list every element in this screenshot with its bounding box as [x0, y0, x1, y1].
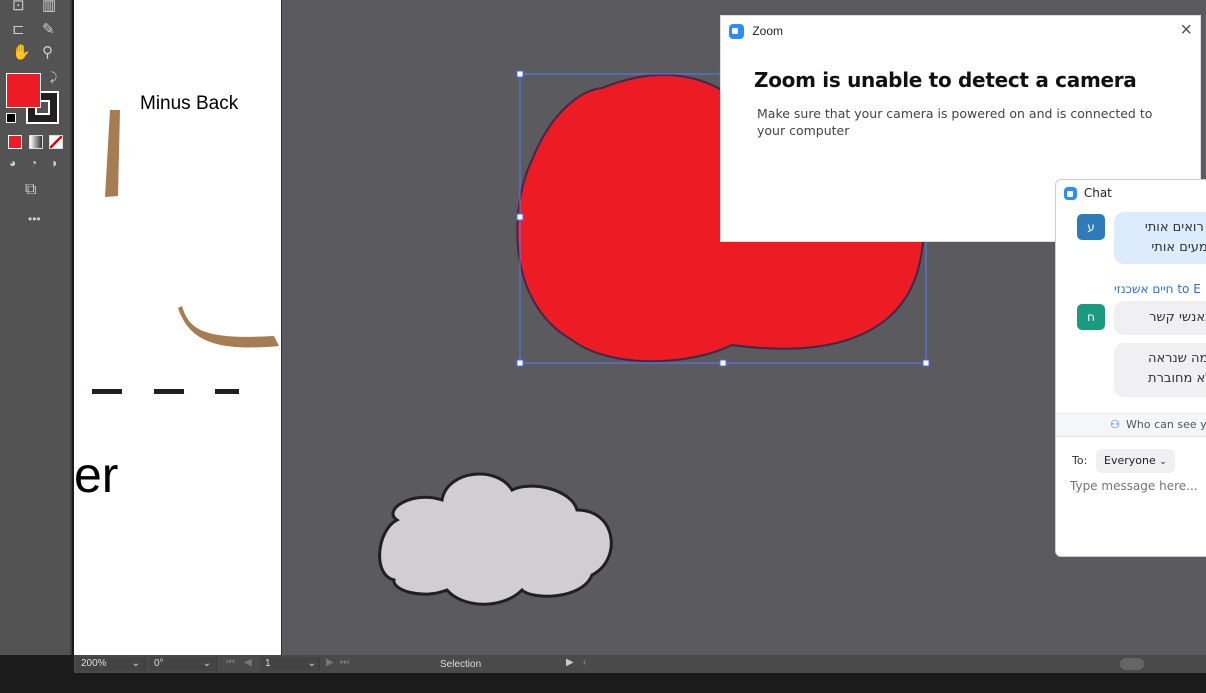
first-artboard-icon[interactable]: ⏮ — [226, 657, 235, 668]
dialog-message: Make sure that your camera is powered on… — [757, 106, 1153, 138]
current-tool-label: Selection — [440, 659, 482, 670]
status-bar: 200% ⌄ 0° ⌄ ⏮ ◀ 1 ⌄ ▶ ⏭ Selection ▶ ‹ — [74, 655, 1206, 673]
color-mode-icon[interactable] — [8, 135, 22, 149]
close-icon[interactable]: × — [1180, 19, 1192, 42]
chat-message: ל, מה שנראה ר לא מחוברת — [1114, 343, 1206, 397]
recipient-value: Everyone — [1104, 454, 1156, 467]
dialog-header: Zoom — [729, 24, 784, 40]
more-tools-icon[interactable]: ••• — [28, 212, 41, 226]
default-colors-icon[interactable] — [6, 113, 16, 123]
message-line: ושומעים אותי — [1151, 240, 1206, 255]
chevron-down-icon: ⌄ — [1159, 457, 1167, 467]
avatar: ח — [1077, 304, 1105, 330]
zoom-level-select[interactable]: 200% ⌄ — [76, 657, 146, 671]
status-menu-arrow-icon[interactable]: ▶ — [566, 657, 574, 668]
horizontal-scrollbar-thumb[interactable] — [1120, 658, 1144, 670]
last-artboard-icon[interactable]: ⏭ — [340, 657, 349, 668]
artboard-number-select[interactable]: 1 ⌄ — [260, 657, 320, 671]
who-can-see-text: Who can see yo — [1126, 418, 1206, 431]
rotation-value: 0° — [154, 658, 164, 669]
chevron-down-icon: ⌄ — [307, 658, 316, 669]
brown-stroke-2 — [178, 306, 279, 348]
eyedropper-icon[interactable]: ✎ — [42, 20, 55, 38]
rotation-select[interactable]: 0° ⌄ — [149, 657, 217, 671]
recipient-dropdown[interactable]: Everyone ⌄ — [1096, 449, 1175, 473]
tools-panel: ⊡ ▥ ⊏ ✎ ✋ ⚲ ⤸ ◕ ◔ ◑ ⧉ ••• — [0, 0, 72, 655]
artboard[interactable]: Minus Back er — [74, 0, 281, 655]
recipient-name: to E — [1177, 282, 1201, 296]
screen-mode-icon[interactable]: ⧉ — [25, 181, 36, 199]
artboard-number: 1 — [265, 658, 271, 669]
user-privacy-icon: ⚇ — [1110, 418, 1120, 431]
chat-title: Chat — [1083, 186, 1112, 200]
swap-colors-icon[interactable]: ⤸ — [50, 70, 57, 85]
chat-message: לא רואים אותי ושומעים אותי — [1114, 212, 1206, 264]
to-label: To: — [1072, 454, 1088, 467]
chat-message: ר באנשי קשר — [1114, 301, 1206, 335]
avatar: ע — [1077, 214, 1105, 240]
fill-swatch[interactable] — [6, 73, 41, 108]
message-line: ל, מה שנראה — [1147, 351, 1206, 366]
message-input[interactable] — [1070, 479, 1206, 493]
gradient-mode-icon[interactable] — [29, 135, 43, 149]
message-line: ר לא מחוברת — [1148, 371, 1206, 386]
chat-panel: Chat ע לא רואים אותי ושומעים אותי חיים א… — [1055, 179, 1206, 557]
artboard-big-text: er — [74, 447, 119, 503]
dash-1 — [92, 389, 122, 394]
scroll-left-icon[interactable]: ‹ — [583, 657, 586, 668]
hand-tool-icon[interactable]: ✋ — [12, 43, 31, 61]
zoom-logo-icon — [729, 24, 744, 40]
previous-artboard-icon[interactable]: ◀ — [244, 657, 252, 668]
dialog-app-name: Zoom — [752, 24, 784, 38]
none-mode-icon[interactable] — [49, 135, 63, 149]
zoom-level-value: 200% — [81, 658, 107, 669]
brown-stroke-1 — [105, 110, 120, 197]
message-line: ר באנשי קשר — [1149, 310, 1206, 325]
message-line: לא רואים אותי — [1144, 220, 1206, 235]
artboard-tool-icon[interactable]: ⊏ — [12, 20, 25, 38]
chat-header: Chat — [1064, 186, 1112, 200]
camera-tool-icon[interactable]: ⊡ — [12, 0, 25, 14]
draw-inside-icon[interactable]: ◑ — [50, 156, 57, 170]
sender-name[interactable]: חיים אשכנזי — [1114, 282, 1174, 296]
gray-cloud-shape — [378, 472, 613, 606]
zoom-logo-icon — [1064, 187, 1077, 200]
chevron-down-icon: ⌄ — [131, 658, 140, 669]
artboard-strokes — [92, 110, 279, 394]
who-can-see-banner[interactable]: ⚇ Who can see yo — [1056, 413, 1206, 437]
dash-3 — [215, 389, 239, 394]
draw-normal-icon[interactable]: ◕ — [9, 156, 16, 170]
zoom-tool-icon[interactable]: ⚲ — [42, 43, 53, 61]
chevron-down-icon: ⌄ — [202, 658, 211, 669]
next-artboard-icon[interactable]: ▶ — [326, 657, 334, 668]
dialog-title: Zoom is unable to detect a camera — [754, 68, 1137, 92]
dash-2 — [154, 389, 184, 394]
draw-behind-icon[interactable]: ◔ — [30, 156, 37, 170]
graph-tool-icon[interactable]: ▥ — [42, 0, 56, 14]
message-sender: חיים אשכנזי to E — [1114, 282, 1201, 296]
